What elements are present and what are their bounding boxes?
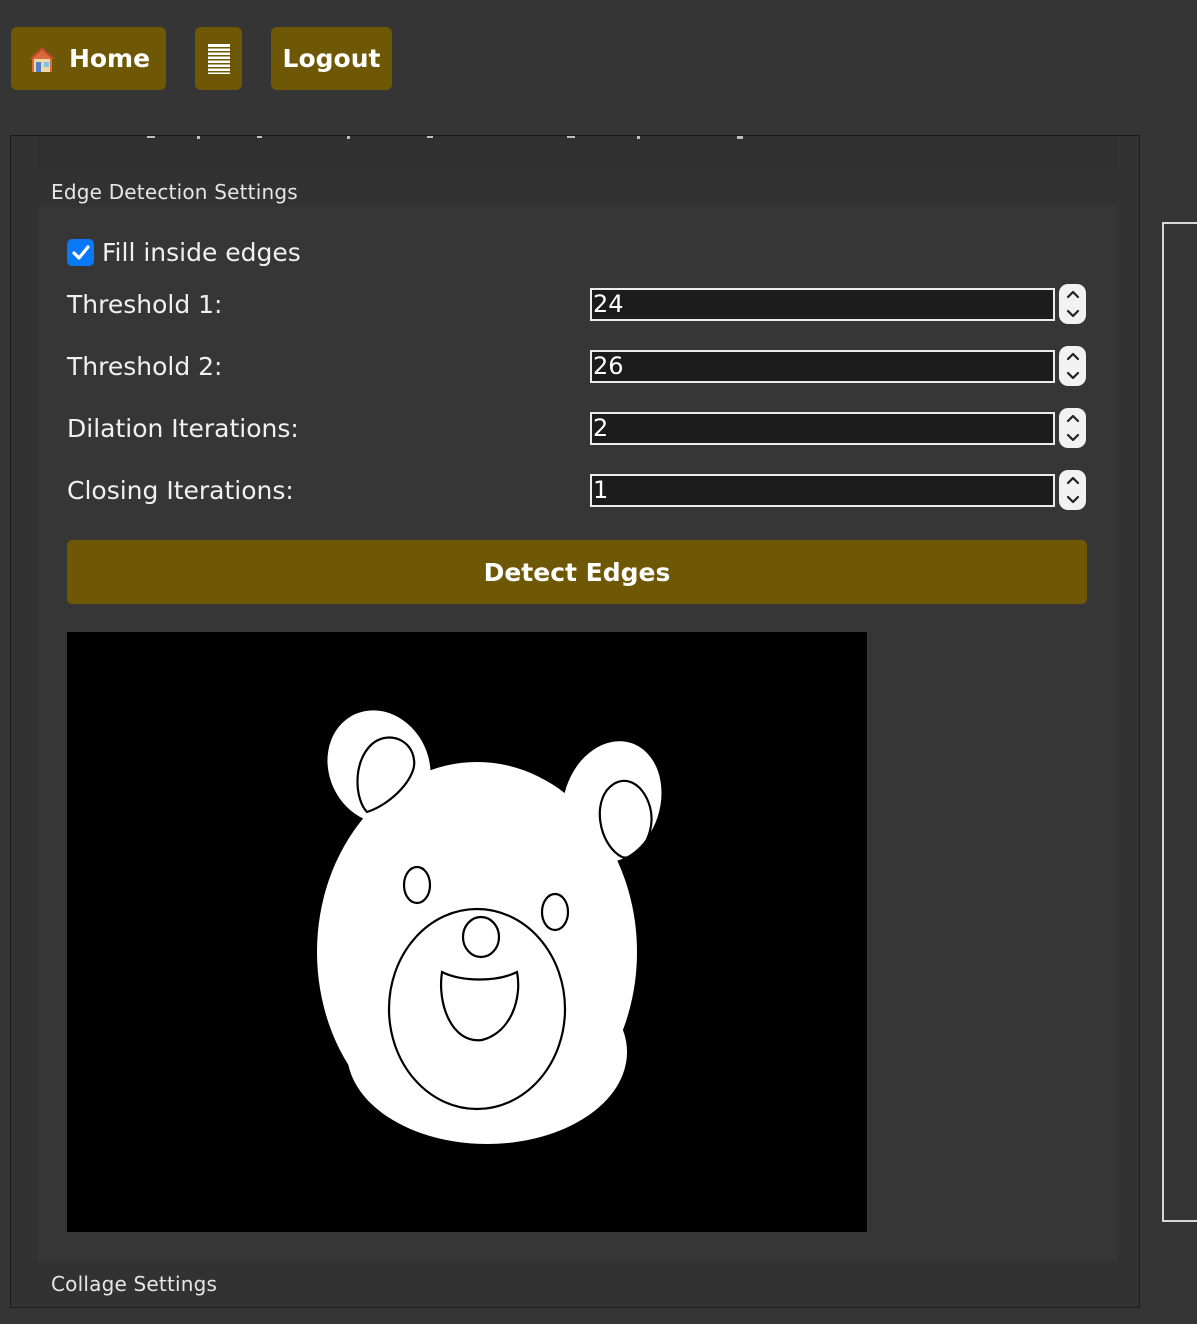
edge-detection-section-title[interactable]: Edge Detection Settings <box>51 180 298 204</box>
menu-button[interactable] <box>195 27 242 90</box>
chevron-down-icon[interactable] <box>1066 309 1080 319</box>
checkmark-icon <box>71 244 90 260</box>
fill-inside-edges-row[interactable]: Fill inside edges <box>67 238 301 267</box>
chevron-up-icon[interactable] <box>1066 289 1080 299</box>
dilation-iterations-stepper[interactable] <box>1059 408 1086 448</box>
chevron-up-icon[interactable] <box>1066 475 1080 485</box>
edge-detection-section: Fill inside edges Threshold 1: 24 Thresh… <box>37 206 1117 1261</box>
chevron-down-icon[interactable] <box>1066 495 1080 505</box>
home-button-label: Home <box>68 44 151 73</box>
closing-iterations-input[interactable]: 1 <box>590 474 1055 507</box>
clipped-text-fragment <box>147 136 743 139</box>
dilation-iterations-input[interactable]: 2 <box>590 412 1055 445</box>
fill-inside-edges-label: Fill inside edges <box>102 238 301 267</box>
house-icon <box>28 46 55 72</box>
menu-lines-icon <box>207 43 230 74</box>
threshold-2-input[interactable]: 26 <box>590 350 1055 383</box>
adjacent-panel-frame <box>1162 222 1197 1222</box>
logout-button[interactable]: Logout <box>271 27 392 90</box>
top-bar: Home Logout <box>0 0 1197 120</box>
threshold-1-input[interactable]: 24 <box>590 288 1055 321</box>
threshold-2-label: Threshold 2: <box>67 352 223 381</box>
collage-section-title[interactable]: Collage Settings <box>51 1272 217 1296</box>
threshold-1-label: Threshold 1: <box>67 290 223 319</box>
closing-iterations-label: Closing Iterations: <box>67 476 294 505</box>
edge-detection-preview-image <box>67 632 867 1232</box>
threshold-1-stepper[interactable] <box>1059 284 1086 324</box>
chevron-down-icon[interactable] <box>1066 371 1080 381</box>
detect-edges-button[interactable]: Detect Edges <box>67 540 1087 604</box>
chevron-up-icon[interactable] <box>1066 351 1080 361</box>
closing-iterations-stepper[interactable] <box>1059 470 1086 510</box>
fill-inside-edges-checkbox[interactable] <box>67 239 94 266</box>
logout-button-label: Logout <box>282 44 381 73</box>
home-button[interactable]: Home <box>11 27 166 90</box>
chevron-down-icon[interactable] <box>1066 433 1080 443</box>
chevron-up-icon[interactable] <box>1066 413 1080 423</box>
clipped-previous-section <box>37 136 1117 168</box>
dilation-iterations-label: Dilation Iterations: <box>67 414 299 443</box>
settings-panel: Edge Detection Settings Fill inside edge… <box>10 135 1140 1308</box>
threshold-2-stepper[interactable] <box>1059 346 1086 386</box>
